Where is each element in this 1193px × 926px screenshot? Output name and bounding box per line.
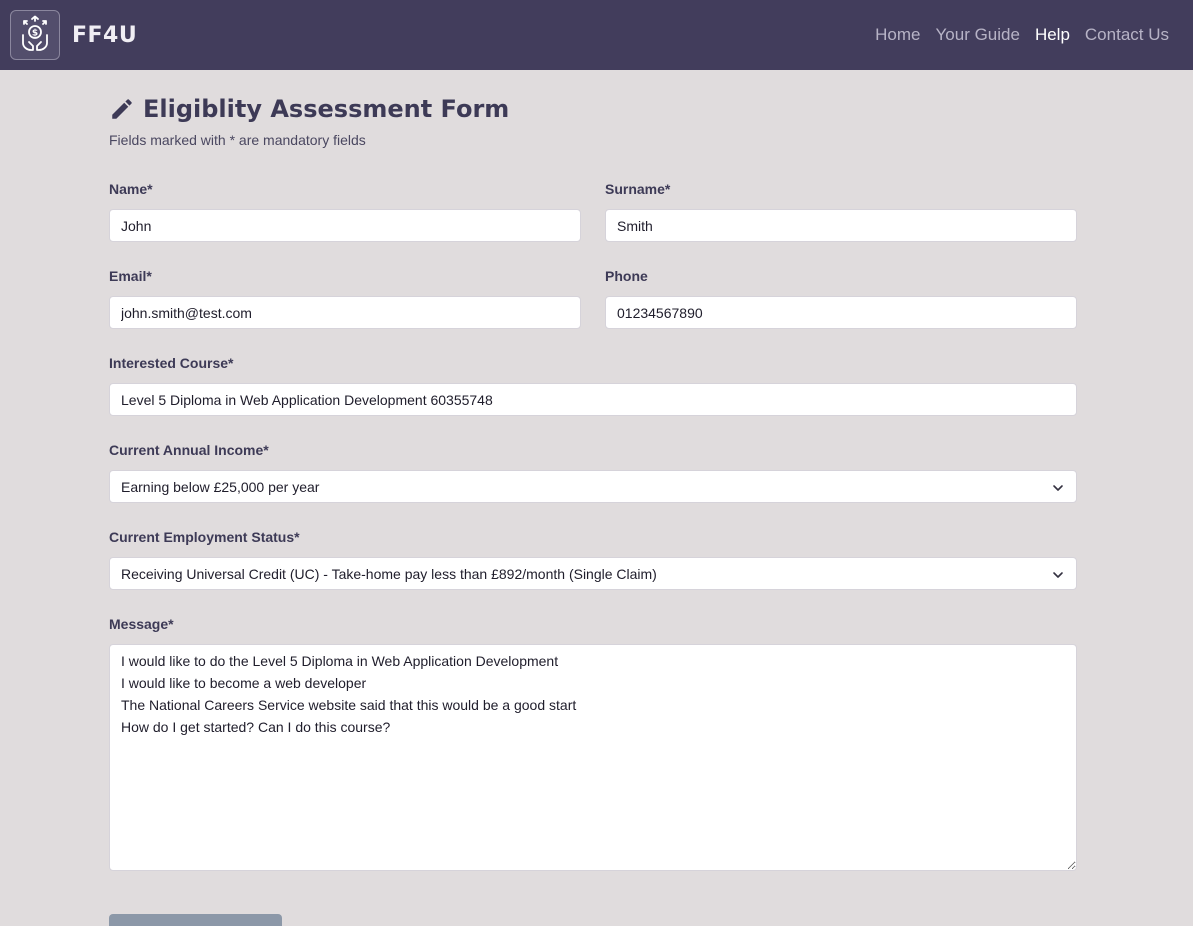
email-group: Email*	[109, 266, 581, 329]
name-group: Name*	[109, 179, 581, 242]
employment-select[interactable]: Receiving Universal Credit (UC) - Take-h…	[109, 557, 1077, 590]
name-input[interactable]	[109, 209, 581, 242]
income-selected-value: Earning below £25,000 per year	[121, 478, 320, 495]
phone-group: Phone	[605, 266, 1077, 329]
nav-link-help[interactable]: Help	[1035, 25, 1070, 45]
request-assessment-button[interactable]: Request Assessment	[109, 914, 282, 926]
name-label: Name*	[109, 181, 153, 197]
nav-link-contact-us[interactable]: Contact Us	[1085, 25, 1169, 45]
income-label: Current Annual Income*	[109, 442, 269, 458]
money-hands-icon: $	[10, 10, 60, 60]
surname-group: Surname*	[605, 179, 1077, 242]
message-group: Message* I would like to do the Level 5 …	[109, 614, 1077, 871]
income-group: Current Annual Income* Earning below £25…	[109, 440, 1077, 503]
form-title-text: Eligiblity Assessment Form	[143, 95, 510, 123]
form-container: Eligiblity Assessment Form Fields marked…	[109, 70, 1077, 926]
course-input[interactable]	[109, 383, 1077, 416]
employment-label: Current Employment Status*	[109, 529, 300, 545]
message-label: Message*	[109, 616, 174, 632]
chevron-down-icon	[1053, 572, 1063, 578]
surname-input[interactable]	[605, 209, 1077, 242]
phone-label: Phone	[605, 268, 648, 284]
email-input[interactable]	[109, 296, 581, 329]
brand-name: FF4U	[72, 22, 138, 48]
contact-row: Email* Phone	[109, 266, 1077, 329]
message-textarea[interactable]: I would like to do the Level 5 Diploma i…	[109, 644, 1077, 871]
email-label: Email*	[109, 268, 152, 284]
nav-link-home[interactable]: Home	[875, 25, 920, 45]
employment-group: Current Employment Status* Receiving Uni…	[109, 527, 1077, 590]
employment-selected-value: Receiving Universal Credit (UC) - Take-h…	[121, 565, 657, 582]
nav-link-your-guide[interactable]: Your Guide	[936, 25, 1020, 45]
phone-input[interactable]	[605, 296, 1077, 329]
chevron-down-icon	[1053, 485, 1063, 491]
pencil-icon	[112, 99, 132, 119]
svg-text:$: $	[32, 29, 38, 39]
course-group: Interested Course*	[109, 353, 1077, 416]
name-row: Name* Surname*	[109, 179, 1077, 242]
surname-label: Surname*	[605, 181, 671, 197]
income-select[interactable]: Earning below £25,000 per year	[109, 470, 1077, 503]
course-label: Interested Course*	[109, 355, 234, 371]
form-subtitle: Fields marked with * are mandatory field…	[109, 132, 366, 148]
page-title: Eligiblity Assessment Form	[109, 94, 1077, 124]
brand[interactable]: $ FF4U	[10, 10, 137, 60]
navbar: $ FF4U Home Your Guide Help Contact Us	[0, 0, 1193, 70]
nav-links: Home Your Guide Help Contact Us	[860, 25, 1169, 45]
